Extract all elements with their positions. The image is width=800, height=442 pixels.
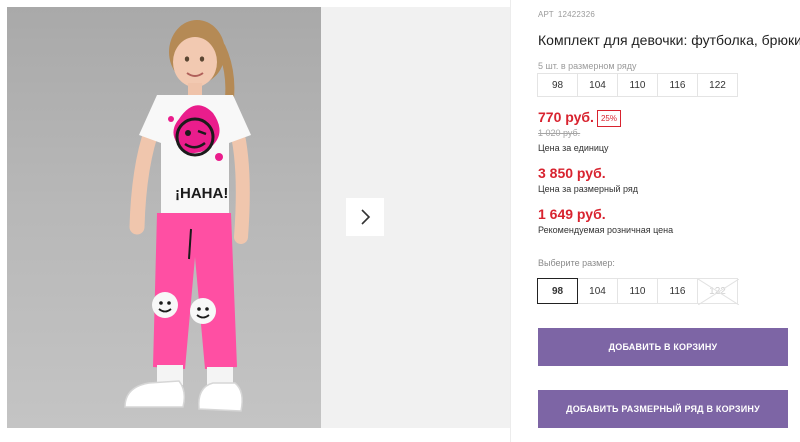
product-gallery: ¡HAHA! (0, 0, 510, 442)
size-option-116[interactable]: 116 (657, 278, 698, 304)
size-option-label: 116 (669, 285, 686, 297)
discount-badge: 25% (597, 110, 621, 127)
size-row-cell: 122 (697, 73, 738, 97)
size-option-label: 104 (589, 285, 606, 297)
product-photo-main[interactable]: ¡HAHA! (7, 7, 321, 428)
chevron-right-icon (361, 209, 371, 225)
size-row-price-label: Цена за размерный ряд (538, 184, 639, 194)
add-to-cart-button[interactable]: ДОБАВИТЬ В КОРЗИНУ (538, 328, 788, 366)
product-info-panel: АРТ 12422326 Комплект для девочки: футбол… (511, 0, 800, 442)
size-row-cell: 98 (537, 73, 578, 97)
unavailable-cross-icon (698, 279, 739, 305)
unit-price: 770 руб. (538, 109, 594, 125)
size-picker-label: Выберите размер: (538, 258, 615, 268)
size-row-cell: 110 (617, 73, 658, 97)
size-row-list: 98 104 110 116 122 (537, 73, 738, 97)
size-option-122: 122 (697, 278, 739, 305)
article-value: 12422326 (557, 10, 596, 19)
size-row-cell: 116 (657, 73, 698, 97)
add-size-row-to-cart-button[interactable]: ДОБАВИТЬ РАЗМЕРНЫЙ РЯД В КОРЗИНУ (538, 390, 788, 428)
size-option-110[interactable]: 110 (617, 278, 658, 304)
old-price: 1 020 руб. (538, 128, 581, 138)
size-row-price: 3 850 руб. (538, 165, 606, 181)
size-picker: 98 104 110 116 122 (537, 278, 739, 305)
child-outfit-illustration: ¡HAHA! (124, 20, 251, 412)
size-option-label: 98 (551, 285, 564, 297)
retail-price: 1 649 руб. (538, 206, 606, 222)
article-number: АРТ 12422326 (538, 10, 599, 19)
product-title: Комплект для девочки: футболка, брюки (538, 32, 800, 48)
retail-price-label: Рекомендуемая розничная цена (538, 225, 674, 235)
gallery-next-button[interactable] (346, 198, 384, 236)
size-option-label: 110 (629, 285, 646, 297)
size-row-cell: 104 (577, 73, 618, 97)
size-option-98[interactable]: 98 (537, 278, 578, 304)
svg-text:¡HAHA!: ¡HAHA! (175, 185, 228, 202)
size-option-104[interactable]: 104 (577, 278, 618, 304)
article-label: АРТ (538, 10, 554, 19)
unit-price-label: Цена за единицу (538, 143, 609, 153)
size-row-caption: 5 шт. в размерном ряду (538, 61, 637, 71)
